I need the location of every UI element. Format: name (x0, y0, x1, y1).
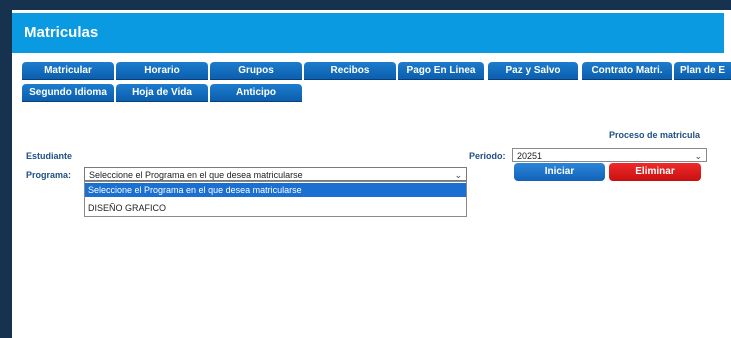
tab-grupos[interactable]: Grupos (210, 62, 302, 80)
window-frame-top (0, 0, 731, 10)
tab-matricular[interactable]: Matricular (22, 62, 114, 80)
program-select[interactable]: Seleccione el Programa en el que desea m… (84, 167, 467, 181)
program-option-placeholder[interactable]: Seleccione el Programa en el que desea m… (85, 183, 466, 197)
period-value: 20251 (517, 151, 543, 161)
period-select[interactable]: 20251 ⌄ (512, 148, 707, 162)
nav-tabs: Matricular Horario Grupos Recibos Pago E… (22, 62, 731, 104)
page-title: Matriculas (24, 24, 99, 41)
page-header: Matriculas (12, 13, 724, 53)
tab-recibos[interactable]: Recibos (304, 62, 396, 80)
start-button[interactable]: Iniciar (514, 163, 605, 181)
tab-segundo-idioma[interactable]: Segundo Idioma (22, 84, 114, 102)
tab-paz-y-salvo[interactable]: Paz y Salvo (488, 62, 578, 80)
period-label: Periodo: (469, 151, 506, 161)
delete-button[interactable]: Eliminar (609, 163, 701, 181)
tab-pago-en-linea[interactable]: Pago En Linea (398, 62, 484, 80)
tab-plan-de-estudios[interactable]: Plan de E (674, 62, 731, 80)
program-select-value: Seleccione el Programa en el que desea m… (89, 170, 303, 180)
student-label: Estudiante (26, 151, 73, 161)
chevron-down-icon: ⌄ (454, 170, 462, 180)
program-label: Programa: (26, 170, 72, 180)
program-option-diseno-grafico[interactable]: DISEÑO GRAFICO (85, 201, 466, 215)
window-frame-left (0, 0, 12, 338)
tab-horario[interactable]: Horario (116, 62, 208, 80)
program-dropdown: Seleccione el Programa en el que desea m… (84, 181, 467, 217)
tab-anticipo[interactable]: Anticipo (210, 84, 302, 102)
chevron-down-icon: ⌄ (694, 151, 702, 161)
section-label: Proceso de matricula (609, 130, 701, 140)
tab-contrato-matri[interactable]: Contrato Matri. (582, 62, 672, 80)
tab-hoja-de-vida[interactable]: Hoja de Vida (116, 84, 208, 102)
